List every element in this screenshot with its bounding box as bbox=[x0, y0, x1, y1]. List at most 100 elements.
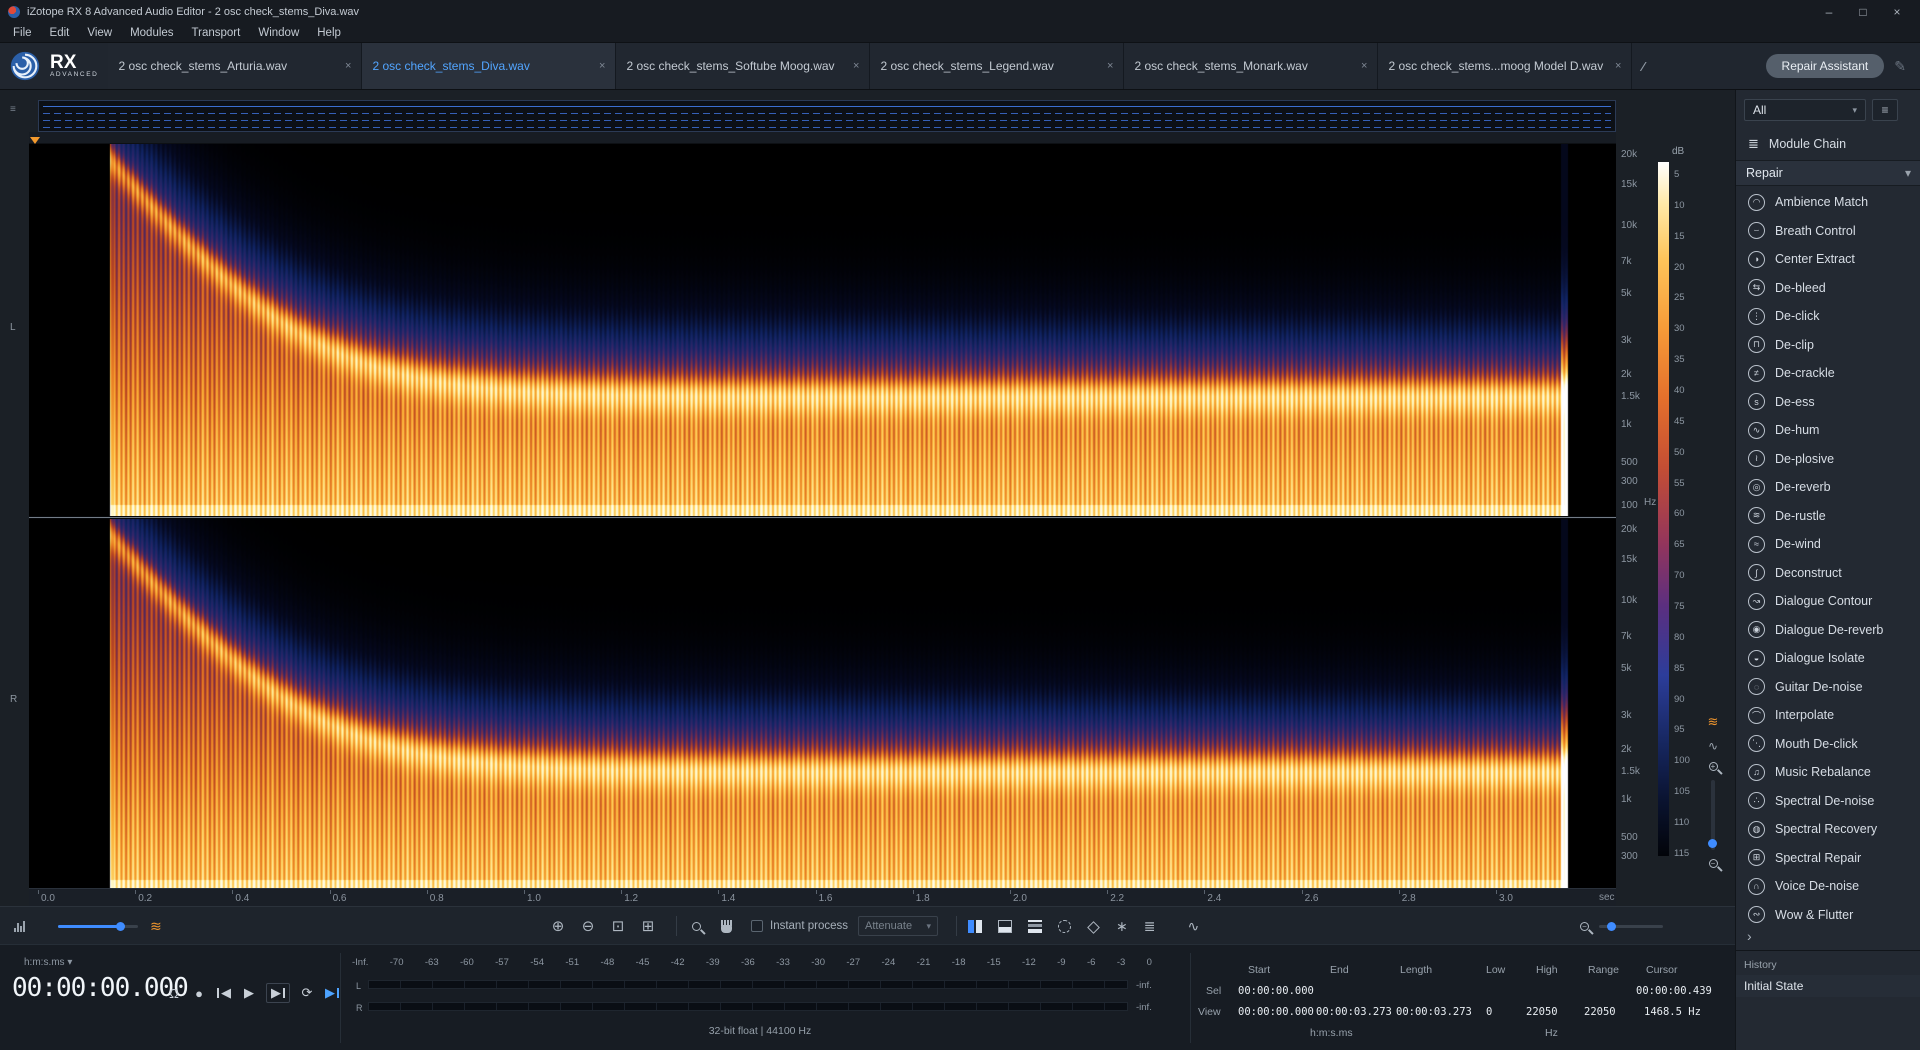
playhead-marker-icon[interactable] bbox=[30, 137, 40, 144]
history-item-initial-state[interactable]: Initial State bbox=[1736, 975, 1920, 997]
document-tab[interactable]: 2 osc check_stems_Diva.wav × bbox=[362, 43, 616, 89]
vertical-scrollbar-knob[interactable] bbox=[1708, 839, 1717, 848]
play-button[interactable]: ▶ bbox=[241, 983, 257, 1003]
vertical-zoom-in-icon[interactable]: + bbox=[1709, 762, 1718, 771]
module-item-mouth-de-click[interactable]: ⋱ Mouth De-click bbox=[1736, 730, 1920, 759]
document-tab[interactable]: 2 osc check_stems_Arturia.wav × bbox=[108, 43, 362, 89]
menu-item[interactable]: Transport bbox=[183, 27, 250, 39]
module-item-de-reverb[interactable]: ◎ De-reverb bbox=[1736, 473, 1920, 502]
tab-close-icon[interactable]: × bbox=[599, 60, 605, 72]
module-filter-select[interactable]: All ▾ bbox=[1744, 99, 1866, 121]
module-item-voice-de-noise[interactable]: ∩ Voice De-noise bbox=[1736, 872, 1920, 901]
attenuate-select[interactable]: Attenuate ▾ bbox=[858, 916, 938, 936]
module-item-spectral-de-noise[interactable]: ∴ Spectral De-noise bbox=[1736, 787, 1920, 816]
menu-item[interactable]: View bbox=[78, 27, 121, 39]
waveform-view-icon[interactable]: ∿ bbox=[1708, 739, 1718, 753]
module-item-music-rebalance[interactable]: ♫ Music Rebalance bbox=[1736, 758, 1920, 787]
more-modules-button[interactable]: › bbox=[1747, 928, 1752, 944]
menu-item[interactable]: Modules bbox=[121, 27, 182, 39]
magnifier-tool-icon[interactable] bbox=[692, 922, 701, 931]
document-tab[interactable]: 2 osc check_stems...moog Model D.wav × bbox=[1378, 43, 1632, 89]
module-item-dialogue-de-reverb[interactable]: ◉ Dialogue De-reverb bbox=[1736, 616, 1920, 645]
instant-process-checkbox[interactable] bbox=[751, 920, 763, 932]
minimize-button[interactable]: – bbox=[1814, 5, 1844, 19]
time-ruler[interactable]: 0.00.20.40.60.81.01.21.41.61.82.02.22.42… bbox=[29, 888, 1616, 906]
repair-assistant-button[interactable]: Repair Assistant bbox=[1766, 54, 1885, 78]
tab-close-icon[interactable]: × bbox=[1361, 60, 1367, 72]
maximize-button[interactable]: □ bbox=[1848, 5, 1878, 19]
menu-item[interactable]: Help bbox=[308, 27, 350, 39]
module-item-guitar-de-noise[interactable]: ◌ Guitar De-noise bbox=[1736, 673, 1920, 702]
vertical-scrollbar[interactable] bbox=[1711, 780, 1715, 850]
module-item-spectral-recovery[interactable]: ◍ Spectral Recovery bbox=[1736, 815, 1920, 844]
skip-to-end-button[interactable]: ▶ bbox=[266, 983, 290, 1003]
waveform-spectrogram-balance-icon[interactable] bbox=[14, 920, 25, 932]
frequency-selection-tool-icon[interactable] bbox=[1028, 920, 1042, 933]
tab-close-icon[interactable]: × bbox=[853, 60, 859, 72]
horizontal-zoom-slider-knob[interactable] bbox=[1607, 922, 1616, 931]
tab-overflow-icon[interactable]: ∕∕∕ bbox=[1632, 59, 1653, 74]
module-item-de-hum[interactable]: ∿ De-hum bbox=[1736, 416, 1920, 445]
time-frequency-selection-tool-icon[interactable] bbox=[998, 920, 1012, 933]
module-item-de-crackle[interactable]: ≠ De-crackle bbox=[1736, 359, 1920, 388]
module-item-interpolate[interactable]: ⌒ Interpolate bbox=[1736, 701, 1920, 730]
module-item-de-ess[interactable]: s De-ess bbox=[1736, 388, 1920, 417]
module-item-spectral-repair[interactable]: ⊞ Spectral Repair bbox=[1736, 844, 1920, 873]
play-selection-button[interactable]: ▶ bbox=[324, 983, 340, 1003]
skip-to-start-button[interactable]: ◀ bbox=[216, 983, 232, 1003]
module-chain-item[interactable]: ≣ Module Chain bbox=[1736, 130, 1920, 158]
lasso-selection-tool-icon[interactable] bbox=[1058, 920, 1071, 933]
spectrogram-right-channel[interactable] bbox=[29, 519, 1616, 888]
document-tab[interactable]: 2 osc check_stems_Legend.wav × bbox=[870, 43, 1124, 89]
module-item-center-extract[interactable]: ◑ Center Extract bbox=[1736, 245, 1920, 274]
module-item-deconstruct[interactable]: ∫ Deconstruct bbox=[1736, 559, 1920, 588]
file-overview[interactable] bbox=[38, 100, 1616, 132]
monitor-button[interactable]: Ω bbox=[166, 983, 182, 1003]
menu-item[interactable]: Window bbox=[249, 27, 308, 39]
marker-strip[interactable] bbox=[29, 132, 1616, 144]
module-item-de-wind[interactable]: ≈ De-wind bbox=[1736, 530, 1920, 559]
spectrogram-left-channel[interactable] bbox=[29, 144, 1616, 516]
close-button[interactable]: × bbox=[1882, 5, 1912, 19]
pencil-icon[interactable]: ✎ bbox=[1894, 58, 1906, 75]
module-item-de-clip[interactable]: ⊓ De-clip bbox=[1736, 331, 1920, 360]
menu-item[interactable]: File bbox=[4, 27, 41, 39]
time-format-select[interactable]: h:m:s.ms ▾ bbox=[24, 957, 72, 968]
curve-tool-icon[interactable]: ∿ bbox=[1187, 918, 1199, 935]
menu-item[interactable]: Edit bbox=[41, 27, 79, 39]
hand-tool-icon[interactable] bbox=[721, 920, 732, 933]
tab-close-icon[interactable]: × bbox=[1615, 60, 1621, 72]
module-item-de-bleed[interactable]: ⇆ De-bleed bbox=[1736, 274, 1920, 303]
sidebar-menu-button[interactable]: ≡ bbox=[1872, 99, 1898, 121]
harmonic-lines-tool-icon[interactable]: ≣ bbox=[1144, 918, 1156, 935]
loop-button[interactable]: ⟳ bbox=[299, 983, 315, 1003]
document-tab[interactable]: 2 osc check_stems_Softube Moog.wav × bbox=[616, 43, 870, 89]
vertical-zoom-out-icon[interactable]: − bbox=[1709, 859, 1718, 868]
document-tab[interactable]: 2 osc check_stems_Monark.wav × bbox=[1124, 43, 1378, 89]
module-item-ambience-match[interactable]: ◠ Ambience Match bbox=[1736, 188, 1920, 217]
module-item-dialogue-isolate[interactable]: ◒ Dialogue Isolate bbox=[1736, 644, 1920, 673]
module-item-breath-control[interactable]: ⌣ Breath Control bbox=[1736, 217, 1920, 246]
module-item-de-rustle[interactable]: ≋ De-rustle bbox=[1736, 502, 1920, 531]
zoom-fit-icon[interactable]: ⊞ bbox=[633, 917, 663, 935]
zoom-to-selection-icon[interactable]: ⊡ bbox=[603, 917, 633, 935]
horizontal-zoom-out-icon[interactable]: − bbox=[1580, 922, 1589, 931]
brush-selection-tool-icon[interactable] bbox=[1087, 921, 1100, 934]
record-button[interactable]: ● bbox=[191, 983, 207, 1003]
time-selection-tool-icon[interactable] bbox=[968, 920, 982, 933]
category-header[interactable]: Repair ▾ bbox=[1736, 160, 1920, 186]
horizontal-zoom-slider[interactable] bbox=[1599, 925, 1663, 928]
magic-wand-tool-icon[interactable]: ∗ bbox=[1116, 918, 1128, 935]
module-item-dialogue-contour[interactable]: ↝ Dialogue Contour bbox=[1736, 587, 1920, 616]
tab-close-icon[interactable]: × bbox=[345, 60, 351, 72]
zoom-out-icon[interactable]: ⊖ bbox=[573, 917, 603, 935]
module-item-wow-flutter[interactable]: ∾ Wow & Flutter bbox=[1736, 901, 1920, 930]
display-blend-slider-knob[interactable] bbox=[116, 922, 125, 931]
spectrogram-emphasis-icon[interactable]: ≋ bbox=[150, 918, 162, 935]
spectrogram-options-icon[interactable]: ≡ bbox=[10, 104, 16, 115]
display-blend-slider[interactable] bbox=[58, 925, 138, 928]
spectrogram-blend-icon[interactable]: ≋ bbox=[1708, 714, 1719, 730]
module-item-de-click[interactable]: ⋮ De-click bbox=[1736, 302, 1920, 331]
module-item-de-plosive[interactable]: ≀ De-plosive bbox=[1736, 445, 1920, 474]
tab-close-icon[interactable]: × bbox=[1107, 60, 1113, 72]
